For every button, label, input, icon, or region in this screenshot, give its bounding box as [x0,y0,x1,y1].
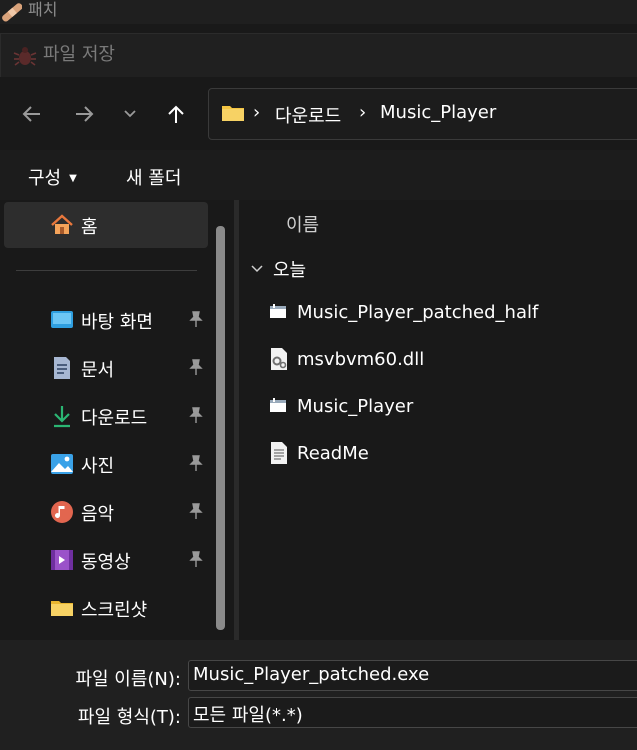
text-file-icon [271,442,287,464]
command-toolbar: 구성 ▼ 새 폴더 [0,150,637,200]
file-name: msvbvm60.dll [297,349,425,370]
sidebar-item-pictures[interactable]: 사진 [4,441,208,487]
sidebar-item-downloads[interactable]: 다운로드 [4,393,208,439]
pin-icon[interactable] [187,550,205,568]
sidebar-item-label: 홈 [81,217,98,238]
folder-icon [51,601,73,616]
dll-icon [271,348,287,370]
pin-icon[interactable] [187,406,205,424]
up-button[interactable] [158,96,194,132]
pin-icon[interactable] [187,454,205,472]
navigation-pane: 홈 바탕 화면 문서 다운로드 사진 음악 동영상 스크린샷 [0,200,232,640]
exe-icon [270,304,286,318]
patch-bandage-icon [2,3,22,22]
chevron-down-icon [124,110,136,118]
sidebar-item-home[interactable]: 홈 [4,202,208,248]
sidebar-item-label: 음악 [81,504,115,525]
sidebar-item-documents[interactable]: 문서 [4,345,208,391]
file-list: 이름 오늘 Music_Player_patched_half msvbvm60… [239,200,637,640]
save-form: 파일 이름(N): Music_Player_patched.exe 파일 형식… [0,640,637,750]
filetype-label: 파일 형식(T): [77,707,181,728]
breadcrumb-downloads[interactable]: 다운로드 [275,102,341,128]
sidebar-item-label: 사진 [81,456,115,477]
sidebar-item-screenshots[interactable]: 스크린샷 [4,585,208,631]
file-name: Music_Player [297,396,414,417]
video-icon [51,550,73,570]
sidebar-item-label: 동영상 [81,552,131,573]
exe-icon [270,398,286,412]
new-folder-button[interactable]: 새 폴더 [126,164,181,190]
forward-button[interactable] [66,96,102,132]
outer-window-titlebar: 패치 [0,0,637,24]
arrow-left-icon [22,106,40,122]
folder-icon [222,106,244,121]
organize-label: 구성 [28,168,62,189]
download-icon [54,406,70,428]
new-folder-label: 새 폴더 [126,168,182,189]
sidebar-item-label: 다운로드 [81,408,148,429]
sidebar-item-videos[interactable]: 동영상 [4,537,208,583]
arrow-right-icon [76,106,94,122]
group-header-today[interactable]: 오늘 [249,256,306,282]
home-icon [51,214,73,234]
music-icon [51,501,73,523]
dialog-titlebar: 파일 저장 [0,33,637,77]
sidebar-item-desktop[interactable]: 바탕 화면 [4,297,208,343]
arrow-up-icon [168,105,184,123]
chevron-down-icon [251,265,263,273]
sidebar-item-music[interactable]: 음악 [4,489,208,535]
pictures-icon [51,454,73,474]
pin-icon[interactable] [187,358,205,376]
caret-down-icon: ▼ [69,173,77,184]
recent-locations-button[interactable] [112,96,148,132]
pin-icon[interactable] [187,310,205,328]
breadcrumb-music-player[interactable]: Music_Player [380,102,496,123]
outer-window-title: 패치 [28,0,58,19]
back-button[interactable] [14,96,50,132]
column-header-name[interactable]: 이름 [286,211,319,237]
filetype-select[interactable]: 모든 파일(*.*) [188,697,637,728]
bug-icon [13,47,37,66]
sidebar-item-label: 바탕 화면 [81,312,153,333]
file-name: Music_Player_patched_half [297,302,539,323]
filename-field[interactable]: Music_Player_patched.exe [188,660,637,691]
navigation-bar: › 다운로드 › Music_Player [0,78,637,150]
file-row[interactable]: ReadMe [266,433,626,473]
file-row[interactable]: Music_Player_patched_half [266,292,626,332]
desktop-icon [51,311,73,328]
group-label: 오늘 [273,260,307,281]
file-row[interactable]: msvbvm60.dll [266,339,626,379]
sidebar-item-label: 문서 [81,360,115,381]
organize-button[interactable]: 구성 ▼ [28,164,77,190]
file-name: ReadMe [297,443,369,464]
file-row[interactable]: Music_Player [266,386,626,426]
pin-icon[interactable] [187,502,205,520]
filename-label: 파일 이름(N): [75,669,181,690]
address-bar[interactable]: › 다운로드 › Music_Player [208,88,637,140]
sidebar-divider [16,270,197,271]
dialog-title: 파일 저장 [43,44,115,65]
sidebar-item-label: 스크린샷 [81,600,148,621]
document-icon [54,357,70,379]
sidebar-scrollbar[interactable] [216,226,225,630]
breadcrumb-separator: › [359,102,367,123]
breadcrumb-separator: › [253,102,261,123]
